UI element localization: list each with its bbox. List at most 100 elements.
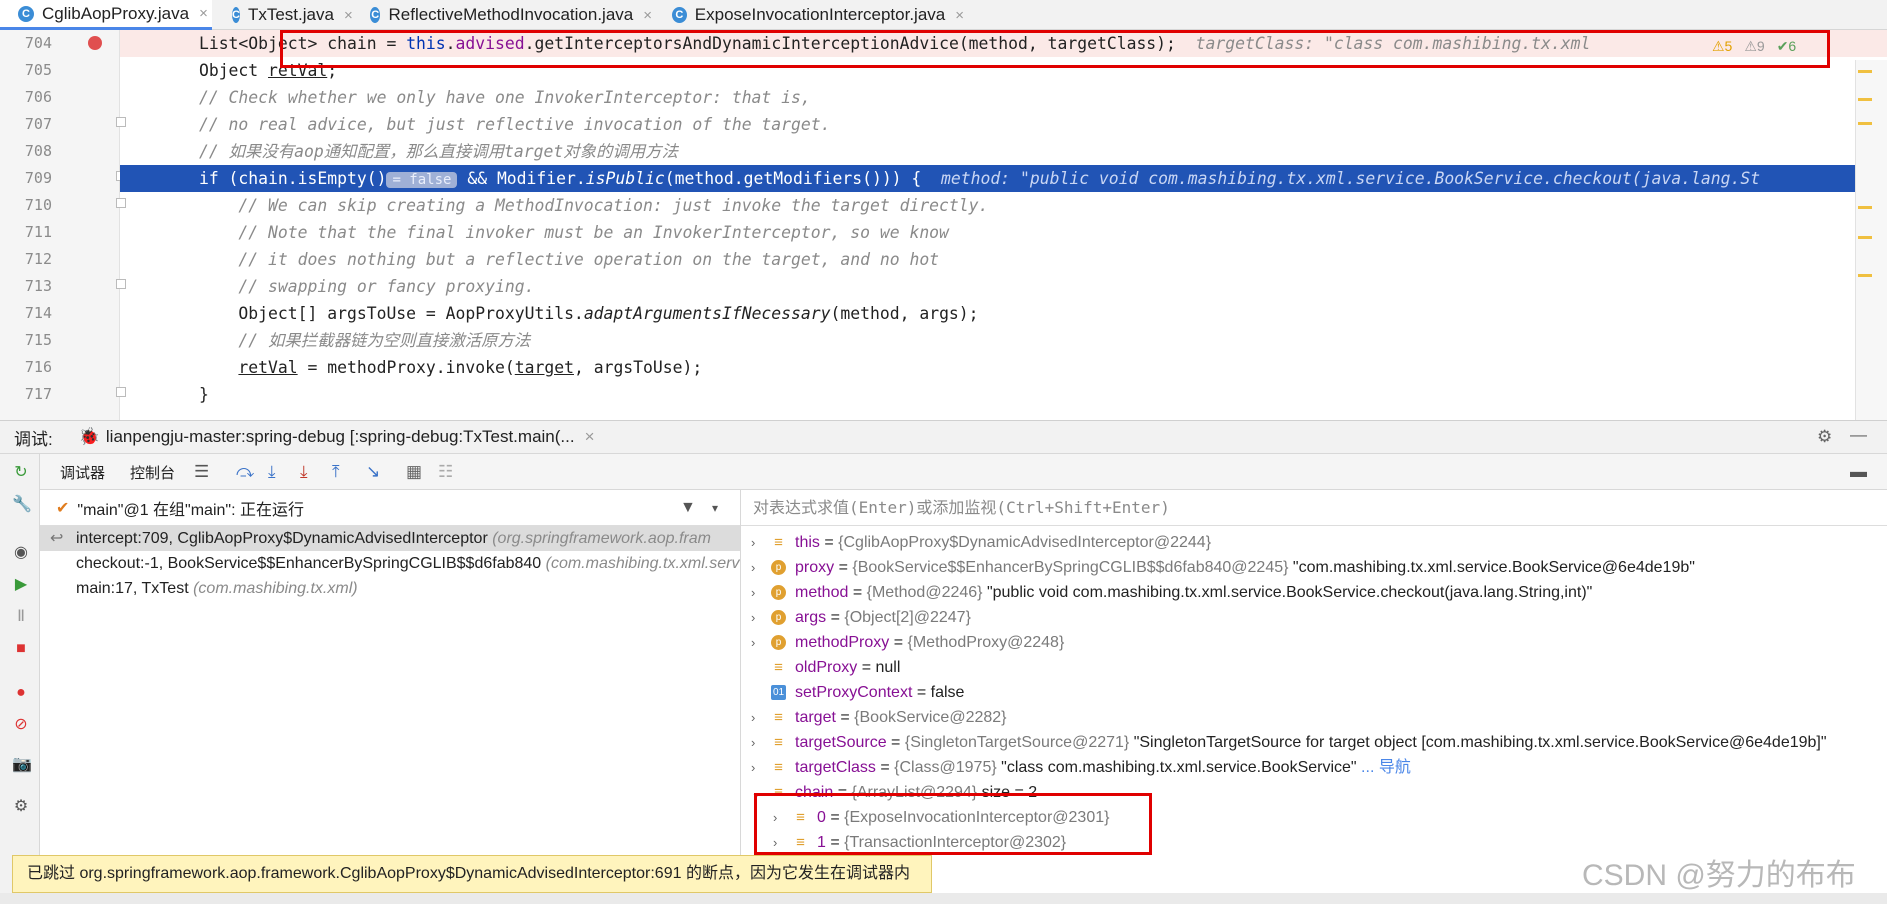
chevron-right-icon[interactable]: › — [751, 530, 755, 555]
wrench-icon[interactable]: 🔧 — [12, 496, 32, 514]
tab-cglibaopproxy[interactable]: C CglibAopProxy.java × — [0, 0, 212, 30]
close-icon[interactable]: × — [585, 427, 595, 447]
gear-icon[interactable]: ⚙ — [1817, 427, 1832, 447]
breakpoint-icon[interactable] — [88, 36, 102, 50]
parameter-icon: p — [771, 635, 786, 650]
close-icon[interactable]: × — [199, 5, 208, 22]
warning-marker[interactable] — [1858, 70, 1872, 73]
code-line-707: // no real advice, but just reflective i… — [198, 115, 831, 134]
warning-marker[interactable] — [1858, 206, 1872, 209]
variable-text: targetSource = {SingletonTargetSource@22… — [795, 734, 1827, 751]
mute-breakpoints-icon[interactable]: ⊘ — [12, 716, 30, 734]
field-icon: ≡ — [774, 534, 783, 551]
settings-icon[interactable]: ⚙ — [12, 798, 30, 816]
variable-row[interactable]: › p method = {Method@2246} "public void co… — [741, 580, 1887, 605]
tab-debugger[interactable]: 调试器 — [60, 462, 105, 483]
close-icon[interactable]: × — [955, 7, 964, 24]
variable-row[interactable]: › ≡ this = {CglibAopProxy$DynamicAdvisedIn… — [741, 530, 1887, 555]
parameter-icon: p — [771, 560, 786, 575]
variable-row[interactable]: › p args = {Object[2]@2247} — [741, 605, 1887, 630]
variable-text: setProxyContext = false — [795, 684, 965, 701]
line-number: 716 — [24, 358, 52, 376]
debug-header: 调试: 🐞 lianpengju-master:spring-debug [:s… — [0, 420, 1887, 454]
line-number: 717 — [24, 385, 52, 403]
pause-icon[interactable]: Ⅱ — [12, 608, 30, 626]
chevron-down-icon[interactable]: ▾ — [712, 501, 718, 515]
step-over-icon[interactable]: ⤼ — [236, 462, 254, 482]
force-step-into-icon[interactable]: ⤓ — [300, 462, 308, 482]
run-to-cursor-icon[interactable]: ↘ — [366, 462, 380, 482]
debug-session-tab[interactable]: lianpengju-master:spring-debug [:spring-… — [106, 427, 575, 447]
warning-marker[interactable] — [1858, 274, 1872, 277]
resume-icon[interactable]: ▶ — [12, 576, 30, 594]
variable-row[interactable]: › ≡ target = {BookService@2282} — [741, 705, 1887, 730]
layout-icon[interactable]: ▬ — [1850, 462, 1867, 482]
close-icon[interactable]: × — [643, 7, 652, 24]
view-breakpoints-icon[interactable]: ● — [12, 684, 30, 702]
variable-text: method = {Method@2246} "public void com.… — [795, 584, 1593, 601]
rerun-icon[interactable]: ↻ — [12, 464, 30, 482]
warning-marker[interactable] — [1858, 122, 1872, 125]
code-line-709-current: if (chain.isEmpty() = false && Modifier.i… — [120, 165, 1887, 192]
camera-icon[interactable]: 📷 — [12, 756, 32, 774]
variable-row[interactable]: › p methodProxy = {MethodProxy@2248} — [741, 630, 1887, 655]
line-number: 712 — [24, 250, 52, 268]
tab-console[interactable]: 控制台 — [130, 462, 175, 483]
variable-row[interactable]: ≡ oldProxy = null — [741, 655, 1887, 680]
chevron-right-icon[interactable]: › — [751, 755, 755, 780]
minimize-icon[interactable]: — — [1850, 425, 1867, 445]
code-line-712: // it does nothing but a reflective oper… — [238, 250, 940, 269]
variable-row[interactable]: 01 setProxyContext = false — [741, 680, 1887, 705]
tab-reflectivemethodinvocation[interactable]: C ReflectiveMethodInvocation.java × — [352, 0, 652, 30]
class-icon: C — [370, 7, 381, 23]
code-line-710: // We can skip creating a MethodInvocati… — [238, 196, 989, 215]
editor-tab-bar: C CglibAopProxy.java × C TxTest.java × C Refl… — [0, 0, 1887, 30]
check-icon: ✔ — [56, 499, 70, 517]
warning-marker[interactable] — [1858, 236, 1872, 239]
code-line-715: // 如果拦截器链为空则直接激活原方法 — [238, 331, 531, 350]
evaluate-icon[interactable]: ▦ — [406, 462, 422, 482]
code-line-716: retVal = methodProxy.invoke(target, args… — [238, 358, 703, 377]
trace-icon[interactable]: ☷ — [438, 462, 453, 482]
variable-text: proxy = {BookService$$EnhancerBySpringCG… — [795, 559, 1695, 576]
chevron-right-icon[interactable]: › — [751, 730, 755, 755]
variable-row[interactable]: › ≡ targetSource = {SingletonTargetSource@… — [741, 730, 1887, 755]
line-number: 715 — [24, 331, 52, 349]
bug-icon: 🐞 — [78, 427, 100, 446]
step-out-icon[interactable]: ⤒ — [332, 462, 340, 482]
tab-label: CglibAopProxy.java — [42, 3, 190, 23]
inline-value-badge: = false — [386, 172, 458, 188]
chevron-right-icon[interactable]: › — [751, 630, 755, 655]
filter-icon[interactable]: ▼ — [680, 499, 696, 517]
field-icon: ≡ — [774, 659, 783, 676]
menu-icon[interactable]: ☰ — [194, 462, 209, 482]
navigate-link[interactable]: ... 导航 — [1357, 759, 1411, 776]
chevron-right-icon[interactable]: › — [751, 580, 755, 605]
status-bar — [0, 893, 1887, 904]
parameter-icon: p — [771, 610, 786, 625]
chevron-right-icon[interactable]: › — [751, 555, 755, 580]
code-line-714: Object[] argsToUse = AopProxyUtils.adapt… — [238, 304, 979, 323]
thread-selector[interactable]: ✔ "main"@1 在组"main": 正在运行 ▼ ▾ — [40, 490, 740, 526]
warning-marker[interactable] — [1858, 98, 1872, 101]
variable-text: target = {BookService@2282} — [795, 709, 1007, 726]
variable-row[interactable]: › p proxy = {BookService$$EnhancerBySpring… — [741, 555, 1887, 580]
eye-icon[interactable]: ◉ — [12, 544, 30, 562]
code-editor[interactable]: 704 705 706 707 708 709 710 711 712 713 … — [0, 30, 1887, 420]
frame-row[interactable]: ↩ intercept:709, CglibAopProxy$DynamicAdv… — [40, 526, 740, 551]
chevron-right-icon[interactable]: › — [751, 605, 755, 630]
frame-row[interactable]: main:17, TxTest (com.mashibing.tx.xml) — [40, 576, 740, 601]
evaluate-expression-input[interactable]: 对表达式求值(Enter)或添加监视(Ctrl+Shift+Enter) — [741, 490, 1887, 526]
tab-label: TxTest.java — [247, 5, 334, 24]
chevron-right-icon[interactable]: › — [751, 705, 755, 730]
variable-row[interactable]: › ≡ targetClass = {Class@1975} "class com.… — [741, 755, 1887, 780]
tab-txtest[interactable]: C TxTest.java × — [214, 0, 353, 30]
stop-icon[interactable]: ■ — [12, 640, 30, 658]
line-number: 714 — [24, 304, 52, 322]
tab-exposeinvocationinterceptor[interactable]: C ExposeInvocationInterceptor.java × — [654, 0, 964, 30]
editor-right-strip — [1855, 60, 1887, 420]
frame-row[interactable]: checkout:-1, BookService$$EnhancerBySpri… — [40, 551, 740, 576]
debug-left-rail: ↻ 🔧 ◉ ▶ Ⅱ ■ ● ⊘ 📷 ⚙ — [0, 454, 40, 904]
line-number: 704 — [24, 34, 52, 52]
step-into-icon[interactable]: ⤓ — [268, 462, 276, 482]
